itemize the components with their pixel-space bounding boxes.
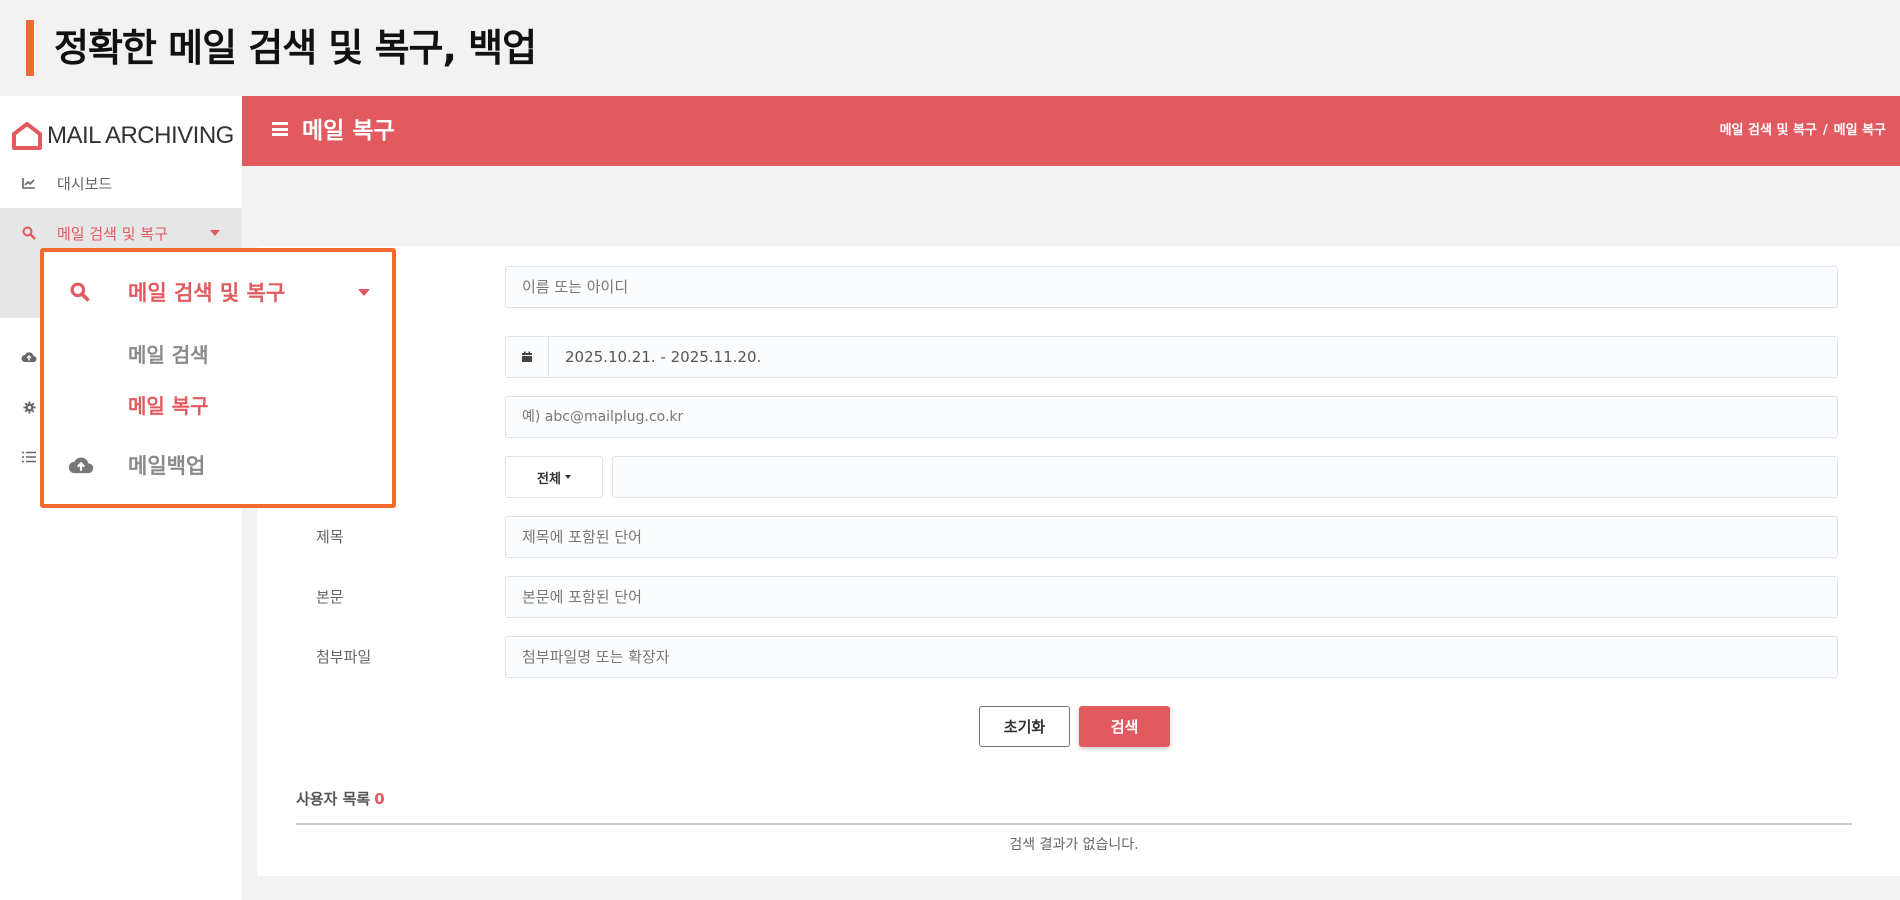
highlight-sub-item-mail-restore[interactable]: 메일 복구 xyxy=(128,389,209,419)
results-title-label: 사용자 목록 xyxy=(296,790,371,808)
user-search-input[interactable]: 이름 또는 아이디 xyxy=(505,266,1838,308)
attachment-label: 첨부파일 xyxy=(316,648,372,666)
highlight-search-icon-wrap xyxy=(70,277,90,307)
sidebar-item-label: 메일 검색 및 복구 xyxy=(57,224,168,243)
search-icon xyxy=(16,226,42,240)
scope-select[interactable]: 전체 xyxy=(505,456,603,498)
slide-header: 정확한 메일 검색 및 복구, 백업 xyxy=(0,0,1900,96)
chevron-down-icon xyxy=(210,230,220,236)
breadcrumb: 메일 검색 및 복구 / 메일 복구 xyxy=(1720,96,1886,166)
slide-title: 정확한 메일 검색 및 복구, 백업 xyxy=(54,26,537,70)
calendar-icon[interactable] xyxy=(506,337,549,377)
sidebar-item-dashboard[interactable]: 대시보드 xyxy=(0,158,242,208)
highlight-parent-label[interactable]: 메일 검색 및 복구 xyxy=(128,277,285,307)
search-icon xyxy=(70,282,90,302)
highlight-backup-label[interactable]: 메일백업 xyxy=(128,450,205,480)
attachment-input[interactable]: 첨부파일명 또는 확장자 xyxy=(505,636,1838,678)
search-button[interactable]: 검색 xyxy=(1079,706,1170,747)
sidebar-item-label: 대시보드 xyxy=(57,174,113,193)
results-title: 사용자 목록 0 xyxy=(296,788,385,809)
menu-highlight-callout: 메일 검색 및 복구 메일 검색 메일 복구 메일백업 xyxy=(40,248,396,508)
logo[interactable]: MAIL ARCHIVING xyxy=(12,116,234,156)
breadcrumb-item[interactable]: 메일 복구 xyxy=(1834,123,1886,138)
logo-text: MAIL ARCHIVING xyxy=(47,122,234,149)
subject-label: 제목 xyxy=(316,528,344,546)
chevron-down-icon xyxy=(358,289,370,296)
keyword-input[interactable] xyxy=(612,456,1838,498)
chart-line-icon xyxy=(16,177,42,189)
scope-select-value: 전체 xyxy=(537,471,561,487)
email-input[interactable]: 예) abc@mailplug.co.kr xyxy=(505,396,1838,438)
cloud-upload-icon xyxy=(68,457,94,474)
body-input[interactable]: 본문에 포함된 단어 xyxy=(505,576,1838,618)
highlight-backup-icon-wrap xyxy=(68,450,94,480)
house-icon xyxy=(12,122,42,150)
cloud-upload-icon xyxy=(16,351,42,363)
date-range-value: 2025.10.21. - 2025.11.20. xyxy=(565,348,762,366)
reset-button[interactable]: 초기화 xyxy=(979,706,1070,747)
title-accent-bar xyxy=(26,20,34,76)
page-title: 메일 복구 xyxy=(302,118,395,144)
empty-results-message: 검색 결과가 없습니다. xyxy=(1009,837,1139,853)
date-range-field[interactable]: 2025.10.21. - 2025.11.20. xyxy=(505,336,1838,378)
results-count: 0 xyxy=(374,790,385,808)
hamburger-icon[interactable] xyxy=(272,122,288,136)
breadcrumb-separator: / xyxy=(1822,123,1828,138)
subject-input[interactable]: 제목에 포함된 단어 xyxy=(505,516,1838,558)
list-icon xyxy=(16,451,42,463)
chevron-down-icon xyxy=(564,475,571,479)
gear-icon xyxy=(16,400,42,414)
top-bar: 메일 복구 메일 검색 및 복구 / 메일 복구 xyxy=(242,96,1900,166)
breadcrumb-item[interactable]: 메일 검색 및 복구 xyxy=(1720,123,1817,138)
results-divider xyxy=(296,823,1852,825)
highlight-sub-item-mail-search[interactable]: 메일 검색 xyxy=(128,338,209,368)
body-label: 본문 xyxy=(316,588,344,606)
